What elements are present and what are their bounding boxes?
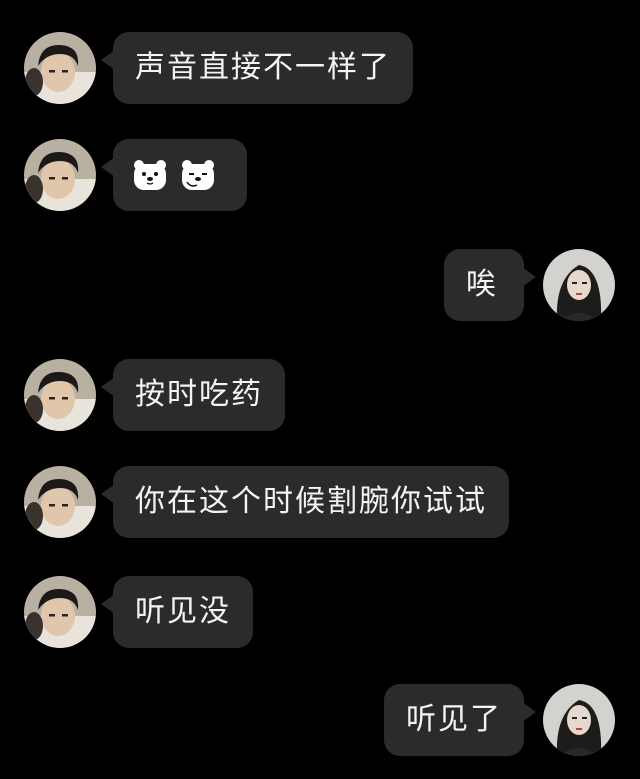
message-row-incoming: 声音直接不一样了 — [0, 28, 640, 108]
message-bubble[interactable]: 按时吃药 — [101, 359, 285, 431]
boy-portrait-icon — [24, 32, 96, 104]
message-row-incoming — [0, 135, 640, 215]
polar-bear-emoji-icon — [182, 160, 214, 190]
message-row-incoming: 你在这个时候割腕你试试 — [0, 462, 640, 542]
polar-bear-emoji-icon — [134, 160, 166, 190]
contact-avatar[interactable] — [24, 576, 96, 648]
user-avatar[interactable] — [543, 684, 615, 756]
contact-avatar[interactable] — [24, 359, 96, 431]
message-bubble[interactable]: 声音直接不一样了 — [101, 32, 413, 104]
contact-avatar[interactable] — [24, 466, 96, 538]
message-row-incoming: 听见没 — [0, 572, 640, 652]
chat-thread: 声音直接不一样了 唉 按时吃药 你在这个时候割腕你试试 听见没 听见了 — [0, 0, 640, 779]
message-row-outgoing: 唉 — [0, 245, 640, 325]
message-bubble[interactable]: 你在这个时候割腕你试试 — [101, 466, 509, 538]
boy-portrait-icon — [24, 139, 96, 211]
message-bubble[interactable]: 听见没 — [101, 576, 253, 648]
boy-portrait-icon — [24, 359, 96, 431]
user-avatar[interactable] — [543, 249, 615, 321]
sticker-bubble[interactable] — [101, 139, 247, 211]
girl-portrait-icon — [543, 684, 615, 756]
girl-portrait-icon — [543, 249, 615, 321]
message-row-incoming: 按时吃药 — [0, 355, 640, 435]
message-bubble[interactable]: 听见了 — [384, 684, 536, 756]
contact-avatar[interactable] — [24, 139, 96, 211]
message-bubble[interactable]: 唉 — [444, 249, 536, 321]
contact-avatar[interactable] — [24, 32, 96, 104]
boy-portrait-icon — [24, 576, 96, 648]
message-row-outgoing: 听见了 — [0, 680, 640, 760]
boy-portrait-icon — [24, 466, 96, 538]
